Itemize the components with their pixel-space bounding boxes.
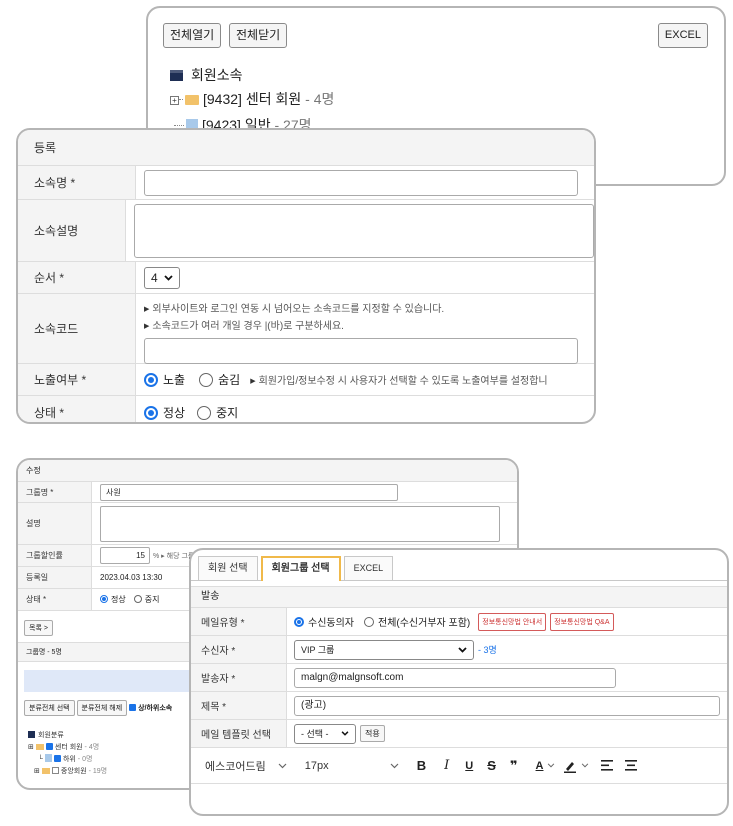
template-label: 메일 템플릿 선택 [191, 720, 287, 747]
form-row-status: 상태 * 정상 중지 [18, 396, 594, 422]
tab-member-group-select[interactable]: 회원그룹 선택 [260, 556, 341, 581]
sm-tree-item[interactable]: └ 하위 - 0명 [38, 754, 92, 764]
code-label: 소속코드 [18, 294, 136, 363]
archive-box-icon [170, 70, 183, 81]
affiliation-name-input[interactable] [144, 169, 578, 196]
strikethrough-icon[interactable]: S [487, 758, 496, 773]
affiliation-desc-textarea[interactable] [134, 203, 594, 258]
form-row-code: 소속코드 ▶ 외부사이트와 로그인 연동 시 넘어오는 소속코드를 지정할 수 있… [18, 294, 594, 364]
include-sub-checkbox[interactable]: 상/하위소속 [129, 704, 172, 712]
sm-tree-item[interactable]: ⊞ 센터 회원 - 4명 [28, 742, 99, 752]
status-stopped-radio[interactable]: 중지 [197, 404, 238, 421]
align-left-icon[interactable] [601, 760, 614, 771]
edit-header: 수정 [18, 460, 517, 482]
tab-member-select[interactable]: 회원 선택 [198, 556, 258, 580]
mail-send-panel: 회원 선택 회원그룹 선택 EXCEL 발송 메일유형 * 수신동의자 전체(수… [189, 548, 729, 816]
chevron-down-icon [164, 274, 173, 281]
tree-item[interactable]: + [9432] 센터 회원 - 4명 [170, 88, 334, 110]
highlighter-icon[interactable] [563, 759, 577, 773]
sm-tree-root[interactable]: 회원분류 [28, 730, 64, 740]
template-select[interactable]: - 선택 - [294, 723, 356, 744]
tree-item-count: - 4명 [301, 91, 335, 107]
subject-input[interactable]: (광고) [294, 695, 720, 716]
mail-type-label: 메일유형 * [191, 608, 287, 635]
chevron-down-icon [582, 763, 589, 768]
tree-root-label: 회원소속 [191, 67, 243, 83]
visible-show-radio[interactable]: 노출 [144, 371, 199, 388]
form-row-name: 소속명 * [18, 166, 594, 200]
chevron-down-icon [548, 763, 555, 768]
law-qa-button[interactable]: 정보통신망법 Q&A [550, 612, 614, 631]
discount-label: 그룹할인률 [18, 545, 92, 566]
group-name-input[interactable]: 사원 [100, 483, 398, 501]
order-select-value: 4 [151, 270, 158, 285]
visible-hide-radio[interactable]: 숨김 [199, 371, 250, 388]
subject-label: 제목 * [191, 692, 287, 719]
status-label: 상태 * [18, 396, 136, 422]
font-size-select[interactable]: 17px [305, 760, 399, 772]
select-all-button[interactable]: 분류전체 선택 [24, 700, 75, 716]
deselect-all-button[interactable]: 분류전체 해제 [76, 700, 128, 716]
tab-excel[interactable]: EXCEL [343, 556, 394, 580]
align-center-icon[interactable] [625, 760, 638, 771]
excel-button[interactable]: EXCEL [657, 23, 708, 48]
expand-plus-icon[interactable]: + [170, 96, 179, 105]
group-desc-label: 설명 [18, 503, 92, 544]
recipient-group-select[interactable]: VIP 그룹 [294, 639, 474, 660]
desc-label: 소속설명 [18, 200, 126, 261]
law-guide-button[interactable]: 정보통신망법 안내서 [478, 612, 547, 631]
discount-input[interactable]: 15 [100, 547, 150, 564]
chevron-down-icon [278, 763, 287, 768]
group-name-label: 그룹명 * [18, 482, 92, 502]
editor-toolbar: 에스코어드림 17px B I U S ❞ A [191, 748, 727, 784]
chevron-down-icon [390, 763, 399, 768]
recipient-count: - 3명 [478, 645, 497, 655]
quote-icon[interactable]: ❞ [510, 758, 518, 774]
sender-input[interactable]: malgn@malgnsoft.com [294, 667, 616, 688]
mail-type-all-radio[interactable]: 전체(수신거부자 포함) [364, 614, 470, 629]
code-note: ▶ 외부사이트와 로그인 연동 시 넘어오는 소속코드를 지정할 수 있습니다. [144, 304, 445, 315]
discount-note: % ▸ 해당 그룹 [153, 552, 195, 560]
form-row-desc: 소속설명 [18, 200, 594, 262]
mail-type-consent-radio[interactable]: 수신동의자 [294, 614, 364, 629]
edit-status-stopped-radio[interactable]: 중지 [133, 594, 159, 605]
italic-icon[interactable]: I [444, 758, 449, 773]
affiliation-code-input[interactable] [144, 338, 578, 364]
chevron-down-icon [458, 646, 467, 653]
form-row-order: 순서 * 4 [18, 262, 594, 294]
visible-note: ▶ 회원가입/정보수정 시 사용자가 선택할 수 있도록 노출여부를 설정합니 [250, 376, 548, 387]
tree-item-name: 센터 회원 [245, 91, 302, 107]
bold-icon[interactable]: B [417, 758, 426, 773]
chevron-down-icon [341, 731, 349, 736]
reg-date-label: 등록일 [18, 567, 92, 588]
text-color-icon[interactable]: A [536, 760, 544, 772]
list-button[interactable]: 목록 > [24, 620, 53, 636]
underline-icon[interactable]: U [465, 760, 473, 772]
order-label: 순서 * [18, 262, 136, 293]
register-form-panel: 등록 소속명 * 소속설명 순서 * 4 소속코드 ▶ 외부사이트와 로그인 연동… [16, 128, 596, 424]
order-select[interactable]: 4 [144, 266, 180, 289]
tree-root[interactable]: 회원소속 [170, 64, 243, 86]
recipient-label: 수신자 * [191, 636, 287, 663]
font-family-select[interactable]: 에스코어드림 [205, 758, 287, 774]
send-section-header: 발송 [191, 586, 727, 608]
group-desc-textarea[interactable] [100, 505, 500, 542]
edit-status-label: 상태 * [18, 589, 92, 610]
expand-all-button[interactable]: 전체열기 [163, 23, 222, 48]
visible-label: 노출여부 * [18, 364, 136, 395]
folder-icon [185, 95, 199, 105]
status-normal-radio[interactable]: 정상 [144, 404, 197, 421]
collapse-all-button[interactable]: 전체닫기 [229, 23, 288, 48]
editor-content-area[interactable] [191, 784, 727, 814]
form-row-visible: 노출여부 * 노출 숨김 ▶ 회원가입/정보수정 시 사용자가 선택할 수 있도록… [18, 364, 594, 396]
sender-label: 발송자 * [191, 664, 287, 691]
mail-tabs: 회원 선택 회원그룹 선택 EXCEL [198, 556, 394, 581]
code-note: ▶ 소속코드가 여러 개일 경우 |(바)로 구분하세요. [144, 321, 344, 332]
name-label: 소속명 * [18, 166, 136, 199]
form-header: 등록 [18, 130, 594, 166]
sm-tree-item[interactable]: ⊞ 중앙회원 - 19명 [34, 766, 107, 776]
apply-template-button[interactable]: 적용 [360, 725, 385, 742]
edit-status-normal-radio[interactable]: 정상 [100, 594, 134, 605]
tree-item-code: [9432] [203, 91, 242, 107]
